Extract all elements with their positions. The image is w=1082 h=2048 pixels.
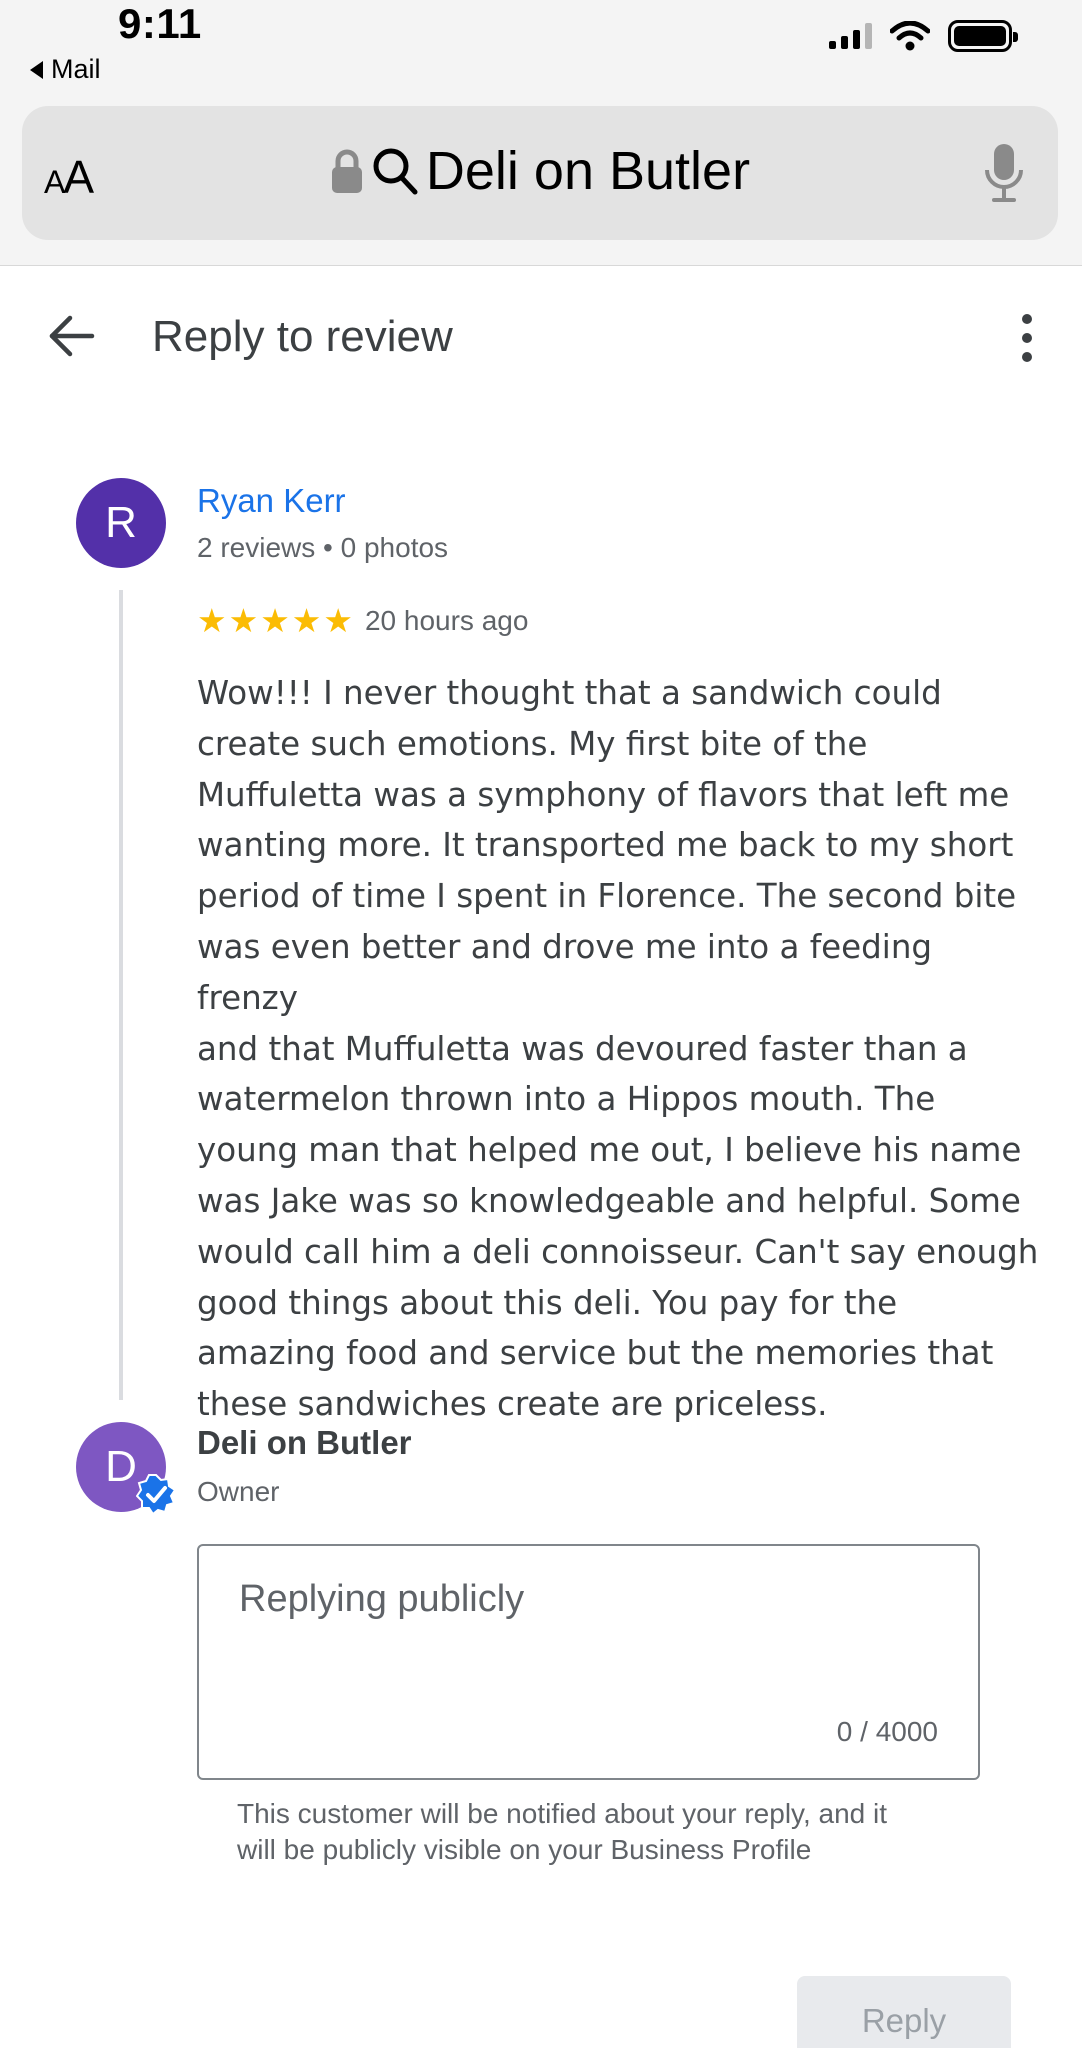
reply-button[interactable]: Reply	[797, 1976, 1011, 2048]
back-arrow-icon[interactable]	[46, 310, 98, 362]
star-icon: ★	[323, 602, 353, 639]
search-icon	[373, 148, 418, 195]
star-rating: ★ ★ ★ ★ ★	[197, 604, 353, 637]
review-line: create such emotions. My first bite of t…	[197, 724, 868, 763]
reviewer-meta: 2 reviews • 0 photos	[197, 532, 449, 563]
review-line: Muffuletta was a symphony of flavors tha…	[197, 775, 1010, 814]
star-icon: ★	[197, 602, 227, 639]
owner-role: Owner	[197, 1476, 280, 1507]
reply-helper-text: This customer will be notified about you…	[237, 1798, 888, 1865]
review-line: and that Muffuletta was devoured faster …	[197, 1029, 968, 1068]
reviewer-avatar[interactable]: R	[76, 478, 166, 568]
lock-icon	[331, 149, 362, 193]
review-line: young man that helped me out, I believe …	[197, 1131, 1022, 1170]
star-icon: ★	[260, 602, 290, 639]
microphone-icon[interactable]	[984, 142, 1024, 204]
thread-connector-line	[119, 590, 123, 1400]
review-line: watermelon thrown into a Hippos mouth. T…	[197, 1080, 936, 1119]
url-display[interactable]: Deli on Butler	[22, 140, 1058, 202]
review-line: was Jake was so knowledgeable and helpfu…	[197, 1181, 1021, 1220]
review-line: amazing food and service but the memorie…	[197, 1334, 994, 1373]
review-line: would call him a deli connoisseur. Can't…	[197, 1232, 1039, 1271]
character-counter: 0 / 4000	[836, 1716, 938, 1747]
review-line: Wow!!! I never thought that a sandwich c…	[197, 674, 942, 712]
battery-icon	[948, 20, 1018, 52]
back-app-label: Mail	[51, 54, 101, 84]
review-line: good things about this deli. You pay for…	[197, 1283, 898, 1322]
star-icon: ★	[291, 602, 322, 639]
reply-textarea[interactable]: Replying publicly 0 / 4000	[197, 1544, 980, 1780]
rating-row: ★ ★ ★ ★ ★ 20 hours ago	[197, 604, 528, 637]
star-icon: ★	[228, 602, 259, 639]
review-line: was even better and drove me into a feed…	[197, 927, 933, 1017]
verified-badge-icon	[136, 1474, 176, 1514]
app-header: Reply to review	[0, 266, 1082, 408]
reviewer-name-link[interactable]: Ryan Kerr	[197, 482, 346, 520]
back-triangle-icon	[30, 60, 43, 79]
review-line: these sandwiches create are priceless.	[197, 1385, 828, 1424]
page-title: Reply to review	[152, 312, 453, 361]
back-to-mail-button[interactable]: Mail	[30, 54, 101, 85]
review-line: wanting more. It transported me back to …	[197, 826, 1014, 865]
url-text: Deli on Butler	[425, 141, 751, 201]
browser-chrome: 9:11 Mail AA Deli on Butler	[0, 0, 1082, 266]
status-time: 9:11	[118, 0, 202, 47]
status-icons	[829, 20, 1018, 52]
owner-name: Deli on Butler	[197, 1424, 412, 1461]
more-vert-icon[interactable]	[1012, 314, 1042, 362]
review-time: 20 hours ago	[364, 604, 529, 636]
cellular-signal-icon	[829, 23, 872, 49]
reply-placeholder: Replying publicly	[239, 1578, 525, 1620]
address-bar[interactable]: AA Deli on Butler	[22, 106, 1058, 240]
review-text: Wow!!! I never thought that a sandwich c…	[197, 668, 1042, 1430]
wifi-icon	[890, 21, 930, 51]
review-line: period of time I spent in Florence. The …	[197, 877, 1017, 916]
